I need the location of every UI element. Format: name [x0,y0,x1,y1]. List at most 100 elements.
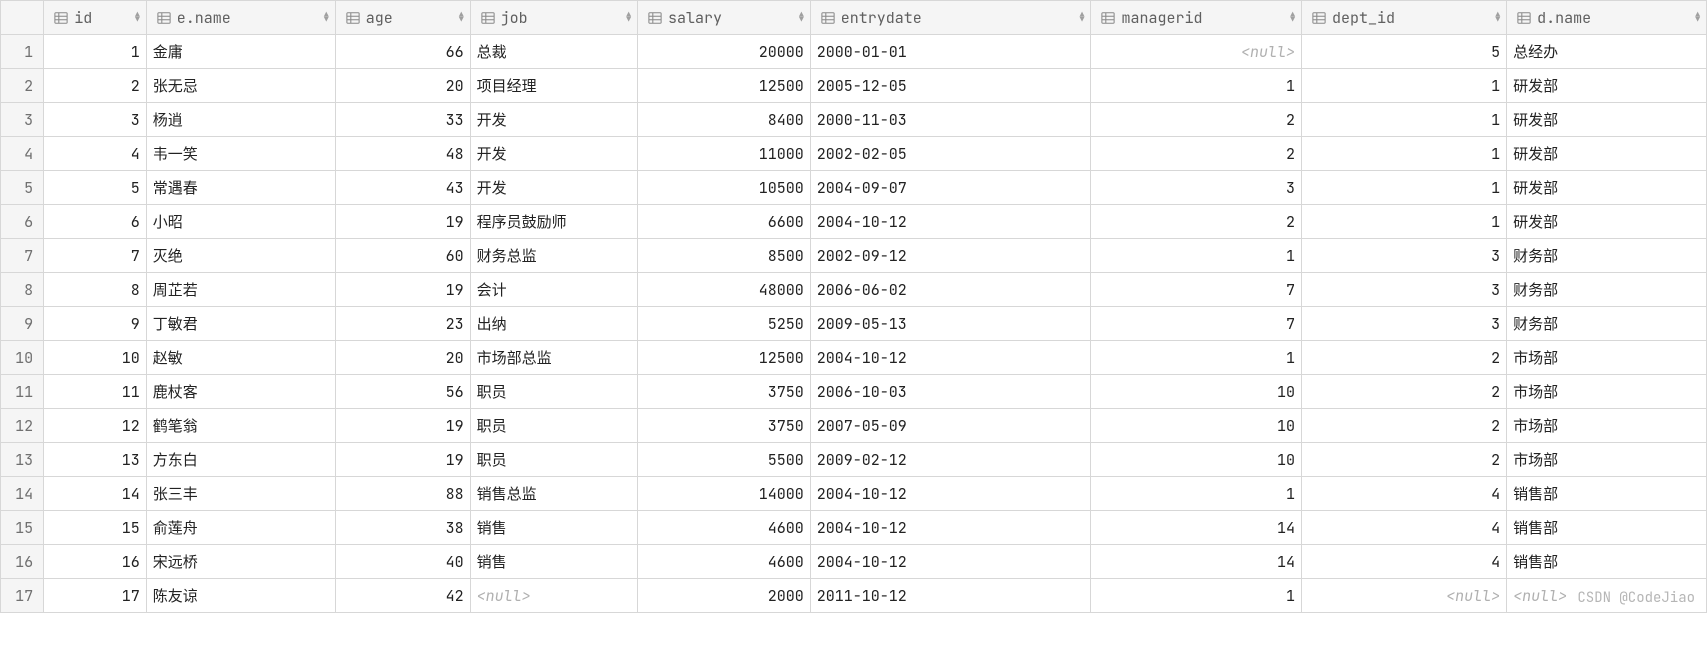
cell-e_name[interactable]: 丁敏君 [146,307,335,341]
cell-id[interactable]: 6 [44,205,147,239]
cell-id[interactable]: 2 [44,69,147,103]
cell-managerid[interactable]: 1 [1091,477,1302,511]
cell-age[interactable]: 40 [335,545,470,579]
cell-dept_id[interactable]: 1 [1302,137,1507,171]
cell-e_name[interactable]: 常遇春 [146,171,335,205]
cell-entrydate[interactable]: 2004-10-12 [810,341,1091,375]
cell-id[interactable]: 10 [44,341,147,375]
cell-entrydate[interactable]: 2000-11-03 [810,103,1091,137]
cell-salary[interactable]: 10500 [638,171,811,205]
cell-e_name[interactable]: 赵敏 [146,341,335,375]
cell-job[interactable]: 财务总监 [470,239,637,273]
cell-age[interactable]: 88 [335,477,470,511]
cell-e_name[interactable]: 陈友谅 [146,579,335,613]
cell-dept_id[interactable]: 2 [1302,409,1507,443]
cell-salary[interactable]: 4600 [638,545,811,579]
row-number[interactable]: 6 [1,205,44,239]
cell-job[interactable]: 程序员鼓励师 [470,205,637,239]
row-number[interactable]: 5 [1,171,44,205]
cell-job[interactable]: 会计 [470,273,637,307]
cell-job[interactable]: 职员 [470,375,637,409]
cell-age[interactable]: 19 [335,205,470,239]
row-number[interactable]: 11 [1,375,44,409]
cell-entrydate[interactable]: 2011-10-12 [810,579,1091,613]
cell-salary[interactable]: 8400 [638,103,811,137]
cell-id[interactable]: 7 [44,239,147,273]
cell-age[interactable]: 38 [335,511,470,545]
cell-d_name[interactable]: 研发部 [1507,205,1707,239]
cell-managerid[interactable]: 1 [1091,341,1302,375]
cell-dept_id[interactable]: 5 [1302,35,1507,69]
cell-managerid[interactable]: 7 [1091,307,1302,341]
cell-d_name[interactable]: 研发部 [1507,171,1707,205]
table-row[interactable]: 1616宋远桥40销售46002004-10-12144销售部 [1,545,1707,579]
row-number[interactable]: 7 [1,239,44,273]
cell-job[interactable]: 项目经理 [470,69,637,103]
cell-d_name[interactable]: <null> [1507,579,1707,613]
cell-managerid[interactable]: 1 [1091,239,1302,273]
cell-entrydate[interactable]: 2000-01-01 [810,35,1091,69]
cell-salary[interactable]: 5250 [638,307,811,341]
cell-job[interactable]: 开发 [470,103,637,137]
cell-entrydate[interactable]: 2004-10-12 [810,205,1091,239]
cell-id[interactable]: 4 [44,137,147,171]
cell-salary[interactable]: 5500 [638,443,811,477]
cell-id[interactable]: 8 [44,273,147,307]
row-number[interactable]: 2 [1,69,44,103]
cell-salary[interactable]: 48000 [638,273,811,307]
cell-entrydate[interactable]: 2004-10-12 [810,477,1091,511]
cell-entrydate[interactable]: 2004-10-12 [810,511,1091,545]
cell-salary[interactable]: 12500 [638,69,811,103]
cell-id[interactable]: 11 [44,375,147,409]
row-number[interactable]: 16 [1,545,44,579]
sort-icon[interactable]: ▲▼ [1695,13,1700,23]
cell-e_name[interactable]: 张无忌 [146,69,335,103]
cell-managerid[interactable]: 14 [1091,545,1302,579]
cell-e_name[interactable]: 方东白 [146,443,335,477]
cell-age[interactable]: 56 [335,375,470,409]
column-header-managerid[interactable]: managerid▲▼ [1091,1,1302,35]
cell-e_name[interactable]: 韦一笑 [146,137,335,171]
cell-entrydate[interactable]: 2006-06-02 [810,273,1091,307]
cell-d_name[interactable]: 市场部 [1507,443,1707,477]
cell-e_name[interactable]: 小昭 [146,205,335,239]
table-row[interactable]: 1717陈友谅42<null>20002011-10-121<null><nul… [1,579,1707,613]
cell-job[interactable]: 销售 [470,511,637,545]
cell-entrydate[interactable]: 2005-12-05 [810,69,1091,103]
table-row[interactable]: 11金庸66总裁200002000-01-01<null>5总经办 [1,35,1707,69]
cell-d_name[interactable]: 市场部 [1507,375,1707,409]
cell-salary[interactable]: 12500 [638,341,811,375]
row-number[interactable]: 17 [1,579,44,613]
table-row[interactable]: 1313方东白19职员55002009-02-12102市场部 [1,443,1707,477]
row-number[interactable]: 1 [1,35,44,69]
sort-icon[interactable]: ▲▼ [626,13,631,23]
cell-job[interactable]: 开发 [470,171,637,205]
row-number[interactable]: 8 [1,273,44,307]
row-number[interactable]: 3 [1,103,44,137]
sort-icon[interactable]: ▲▼ [324,13,329,23]
cell-dept_id[interactable]: 4 [1302,477,1507,511]
table-row[interactable]: 44韦一笑48开发110002002-02-0521研发部 [1,137,1707,171]
cell-e_name[interactable]: 鹤笔翁 [146,409,335,443]
table-row[interactable]: 33杨逍33开发84002000-11-0321研发部 [1,103,1707,137]
cell-age[interactable]: 23 [335,307,470,341]
cell-age[interactable]: 20 [335,69,470,103]
cell-salary[interactable]: 20000 [638,35,811,69]
cell-age[interactable]: 20 [335,341,470,375]
cell-salary[interactable]: 2000 [638,579,811,613]
cell-entrydate[interactable]: 2007-05-09 [810,409,1091,443]
cell-id[interactable]: 17 [44,579,147,613]
sort-icon[interactable]: ▲▼ [135,13,140,23]
cell-salary[interactable]: 3750 [638,409,811,443]
cell-e_name[interactable]: 张三丰 [146,477,335,511]
cell-dept_id[interactable]: <null> [1302,579,1507,613]
cell-age[interactable]: 48 [335,137,470,171]
cell-dept_id[interactable]: 2 [1302,443,1507,477]
table-row[interactable]: 22张无忌20项目经理125002005-12-0511研发部 [1,69,1707,103]
cell-id[interactable]: 13 [44,443,147,477]
cell-entrydate[interactable]: 2004-10-12 [810,545,1091,579]
cell-dept_id[interactable]: 3 [1302,239,1507,273]
column-header-d_name[interactable]: d.name▲▼ [1507,1,1707,35]
cell-managerid[interactable]: 10 [1091,375,1302,409]
cell-managerid[interactable]: 1 [1091,69,1302,103]
